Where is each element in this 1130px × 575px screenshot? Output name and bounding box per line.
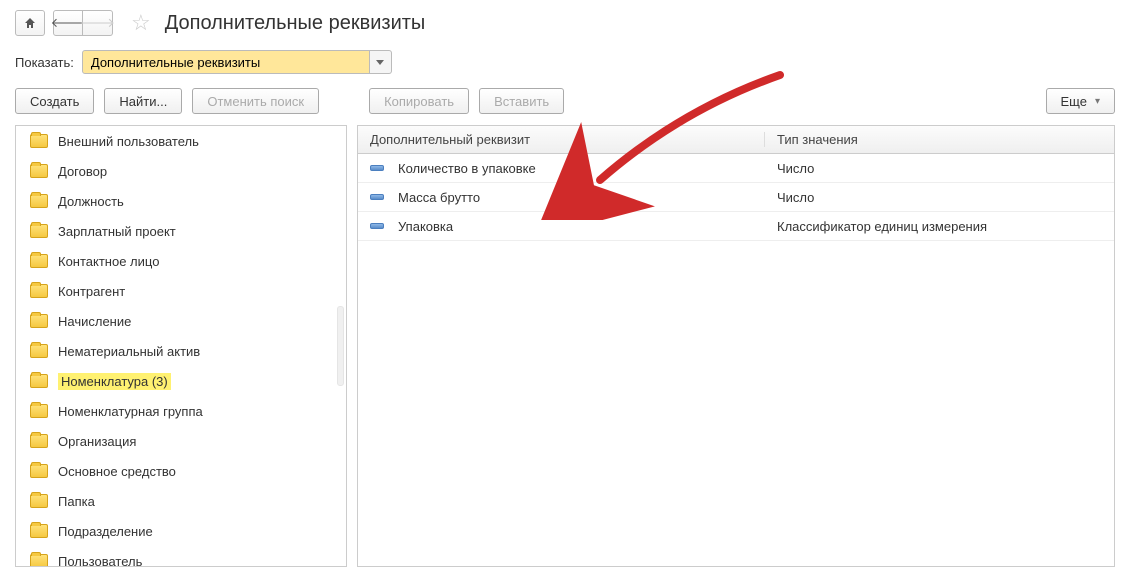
tree-item-label: Основное средство bbox=[58, 464, 176, 479]
tree-item[interactable]: Пользователь bbox=[16, 546, 346, 567]
tree-item[interactable]: Начисление bbox=[16, 306, 346, 336]
folder-icon bbox=[30, 434, 48, 448]
row-name: Масса брутто bbox=[398, 190, 480, 205]
tree-item[interactable]: Организация bbox=[16, 426, 346, 456]
folder-icon bbox=[30, 164, 48, 178]
home-button[interactable] bbox=[15, 10, 45, 36]
page-title: Дополнительные реквизиты bbox=[165, 12, 426, 35]
header-requisite[interactable]: Дополнительный реквизит bbox=[358, 132, 765, 147]
filter-input[interactable] bbox=[82, 50, 370, 74]
tree-item[interactable]: Зарплатный проект bbox=[16, 216, 346, 246]
row-name: Количество в упаковке bbox=[398, 161, 536, 176]
cancel-search-button[interactable]: Отменить поиск bbox=[192, 88, 319, 114]
tree-item-label: Подразделение bbox=[58, 524, 153, 539]
tree-item[interactable]: Контрагент bbox=[16, 276, 346, 306]
folder-icon bbox=[30, 464, 48, 478]
filter-dropdown[interactable] bbox=[82, 50, 392, 74]
folder-icon bbox=[30, 224, 48, 238]
tree-item-label: Организация bbox=[58, 434, 136, 449]
filter-label: Показать: bbox=[15, 55, 74, 70]
folder-icon bbox=[30, 554, 48, 567]
favorite-icon[interactable]: ☆ bbox=[131, 10, 151, 36]
table-header: Дополнительный реквизит Тип значения bbox=[358, 126, 1114, 154]
tree-item-label: Внешний пользователь bbox=[58, 134, 199, 149]
tree-item-label: Номенклатурная группа bbox=[58, 404, 203, 419]
tree-item-label: Контактное лицо bbox=[58, 254, 159, 269]
header-type[interactable]: Тип значения bbox=[765, 132, 1114, 147]
row-type: Число bbox=[765, 190, 1114, 205]
table-panel: Дополнительный реквизит Тип значения Кол… bbox=[357, 125, 1115, 567]
tree-item-label: Договор bbox=[58, 164, 107, 179]
attribute-icon bbox=[370, 165, 384, 171]
tree-item[interactable]: Подразделение bbox=[16, 516, 346, 546]
tree-item-label: Номенклатура (3) bbox=[58, 373, 171, 390]
tree-item-label: Контрагент bbox=[58, 284, 125, 299]
tree-panel[interactable]: Внешний пользователь Договор Должность Зарп… bbox=[15, 125, 347, 567]
attribute-icon bbox=[370, 194, 384, 200]
tree-item[interactable]: Внешний пользователь bbox=[16, 126, 346, 156]
attribute-icon bbox=[370, 223, 384, 229]
more-button[interactable]: Еще bbox=[1046, 88, 1115, 114]
tree-item[interactable]: Договор bbox=[16, 156, 346, 186]
table-row[interactable]: Количество в упаковке Число bbox=[358, 154, 1114, 183]
tree-item-label: Пользователь bbox=[58, 554, 142, 568]
find-button[interactable]: Найти... bbox=[104, 88, 182, 114]
folder-icon bbox=[30, 314, 48, 328]
create-button[interactable]: Создать bbox=[15, 88, 94, 114]
tree-item-label: Нематериальный актив bbox=[58, 344, 200, 359]
folder-icon bbox=[30, 374, 48, 388]
folder-icon bbox=[30, 404, 48, 418]
table-row[interactable]: Масса брутто Число bbox=[358, 183, 1114, 212]
folder-icon bbox=[30, 194, 48, 208]
back-button[interactable]: 🡐 bbox=[53, 10, 83, 36]
tree-item-label: Папка bbox=[58, 494, 95, 509]
table-row[interactable]: Упаковка Классификатор единиц измерения bbox=[358, 212, 1114, 241]
tree-item-label: Зарплатный проект bbox=[58, 224, 176, 239]
row-type: Число bbox=[765, 161, 1114, 176]
tree-item[interactable]: Номенклатура (3) bbox=[16, 366, 346, 396]
tree-item[interactable]: Контактное лицо bbox=[16, 246, 346, 276]
paste-button[interactable]: Вставить bbox=[479, 88, 564, 114]
copy-button[interactable]: Копировать bbox=[369, 88, 469, 114]
tree-item-label: Начисление bbox=[58, 314, 131, 329]
tree-item[interactable]: Папка bbox=[16, 486, 346, 516]
folder-icon bbox=[30, 524, 48, 538]
folder-icon bbox=[30, 494, 48, 508]
folder-icon bbox=[30, 134, 48, 148]
tree-item[interactable]: Должность bbox=[16, 186, 346, 216]
tree-item[interactable]: Основное средство bbox=[16, 456, 346, 486]
row-type: Классификатор единиц измерения bbox=[765, 219, 1114, 234]
row-name: Упаковка bbox=[398, 219, 453, 234]
folder-icon bbox=[30, 344, 48, 358]
tree-item[interactable]: Нематериальный актив bbox=[16, 336, 346, 366]
filter-dropdown-toggle[interactable] bbox=[370, 50, 392, 74]
tree-item-label: Должность bbox=[58, 194, 124, 209]
tree-item[interactable]: Номенклатурная группа bbox=[16, 396, 346, 426]
tree-scrollbar[interactable] bbox=[337, 306, 344, 386]
folder-icon bbox=[30, 284, 48, 298]
folder-icon bbox=[30, 254, 48, 268]
forward-button[interactable]: 🡒 bbox=[83, 10, 113, 36]
